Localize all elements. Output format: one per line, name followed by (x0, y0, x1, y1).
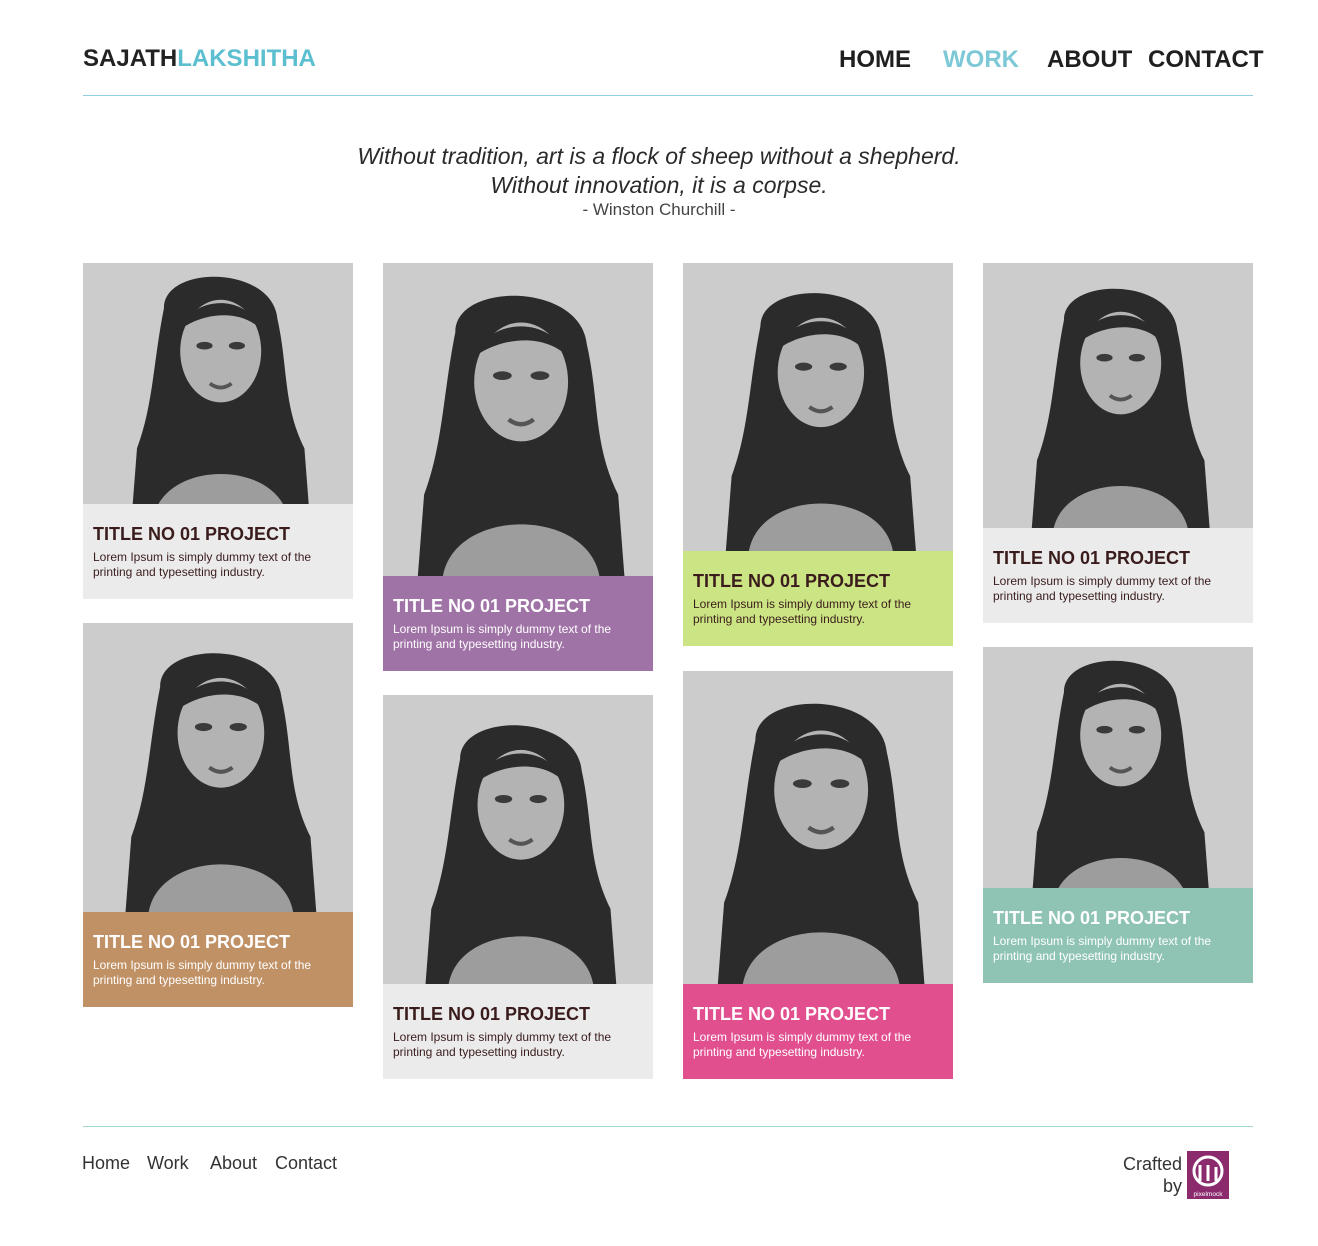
nav-contact[interactable]: CONTACT (1148, 46, 1264, 74)
project-caption: TITLE NO 01 PROJECT Lorem Ipsum is simpl… (983, 528, 1253, 623)
crafted-by-label: Crafted by (1110, 1153, 1182, 1197)
project-description: Lorem Ipsum is simply dummy text of the … (693, 1030, 912, 1059)
project-image[interactable] (683, 263, 953, 551)
logo-last-name: LAKSHITHA (177, 45, 316, 72)
pixelmock-logo-text: pixelmock (1194, 1191, 1224, 1198)
project-image[interactable] (983, 647, 1253, 888)
project-image[interactable] (383, 263, 653, 576)
project-caption: TITLE NO 01 PROJECT Lorem Ipsum is simpl… (83, 912, 353, 1007)
project-description: Lorem Ipsum is simply dummy text of the … (393, 622, 612, 651)
project-title[interactable]: TITLE NO 01 PROJECT (693, 571, 943, 591)
project-card-2[interactable]: TITLE NO 01 PROJECT Lorem Ipsum is simpl… (83, 623, 353, 1007)
footer-link-work[interactable]: Work (147, 1153, 189, 1174)
project-title[interactable]: TITLE NO 01 PROJECT (993, 548, 1243, 568)
project-caption: TITLE NO 01 PROJECT Lorem Ipsum is simpl… (383, 576, 653, 671)
header-divider (83, 95, 1253, 96)
site-logo[interactable]: SAJATHLAKSHITHA (83, 45, 316, 73)
project-card-6[interactable]: TITLE NO 01 PROJECT Lorem Ipsum is simpl… (683, 671, 953, 1079)
project-title[interactable]: TITLE NO 01 PROJECT (93, 524, 343, 544)
project-image[interactable] (983, 263, 1253, 528)
project-caption: TITLE NO 01 PROJECT Lorem Ipsum is simpl… (683, 984, 953, 1079)
footer-link-contact[interactable]: Contact (275, 1153, 337, 1174)
project-card-7[interactable]: TITLE NO 01 PROJECT Lorem Ipsum is simpl… (983, 263, 1253, 623)
project-image[interactable] (83, 263, 353, 504)
quote-line-2: Without innovation, it is a corpse. (490, 172, 828, 198)
project-title[interactable]: TITLE NO 01 PROJECT (693, 1004, 943, 1024)
footer-divider (83, 1126, 1253, 1127)
project-card-4[interactable]: TITLE NO 01 PROJECT Lorem Ipsum is simpl… (383, 695, 653, 1079)
project-card-5[interactable]: TITLE NO 01 PROJECT Lorem Ipsum is simpl… (683, 263, 953, 646)
footer-link-home[interactable]: Home (82, 1153, 130, 1174)
by-text: by (1162, 1176, 1182, 1196)
quote-block: Without tradition, art is a flock of she… (0, 142, 1318, 220)
project-description: Lorem Ipsum is simply dummy text of the … (93, 550, 312, 579)
project-title[interactable]: TITLE NO 01 PROJECT (393, 596, 643, 616)
logo-first-name: SAJATH (83, 45, 178, 72)
nav-work[interactable]: WORK (943, 46, 1019, 74)
project-card-3[interactable]: TITLE NO 01 PROJECT Lorem Ipsum is simpl… (383, 263, 653, 671)
project-description: Lorem Ipsum is simply dummy text of the … (993, 574, 1212, 603)
nav-home[interactable]: HOME (839, 46, 911, 74)
quote-author: - Winston Churchill - (582, 200, 736, 219)
project-caption: TITLE NO 01 PROJECT Lorem Ipsum is simpl… (983, 888, 1253, 983)
project-title[interactable]: TITLE NO 01 PROJECT (393, 1004, 643, 1024)
project-description: Lorem Ipsum is simply dummy text of the … (693, 597, 912, 626)
crafted-text: Crafted (1122, 1154, 1182, 1174)
project-card-1[interactable]: TITLE NO 01 PROJECT Lorem Ipsum is simpl… (83, 263, 353, 599)
project-image[interactable] (683, 671, 953, 984)
project-title[interactable]: TITLE NO 01 PROJECT (93, 932, 343, 952)
project-description: Lorem Ipsum is simply dummy text of the … (393, 1030, 612, 1059)
project-caption: TITLE NO 01 PROJECT Lorem Ipsum is simpl… (383, 984, 653, 1079)
pixelmock-logo[interactable]: pixelmock (1187, 1151, 1229, 1199)
quote-line-1: Without tradition, art is a flock of she… (357, 143, 961, 169)
nav-about[interactable]: ABOUT (1047, 46, 1132, 74)
project-title[interactable]: TITLE NO 01 PROJECT (993, 908, 1243, 928)
footer-link-about[interactable]: About (210, 1153, 257, 1174)
project-description: Lorem Ipsum is simply dummy text of the … (93, 958, 312, 987)
project-image[interactable] (383, 695, 653, 984)
project-caption: TITLE NO 01 PROJECT Lorem Ipsum is simpl… (683, 551, 953, 646)
project-caption: TITLE NO 01 PROJECT Lorem Ipsum is simpl… (83, 504, 353, 599)
project-card-8[interactable]: TITLE NO 01 PROJECT Lorem Ipsum is simpl… (983, 647, 1253, 983)
project-description: Lorem Ipsum is simply dummy text of the … (993, 934, 1212, 963)
project-image[interactable] (83, 623, 353, 912)
